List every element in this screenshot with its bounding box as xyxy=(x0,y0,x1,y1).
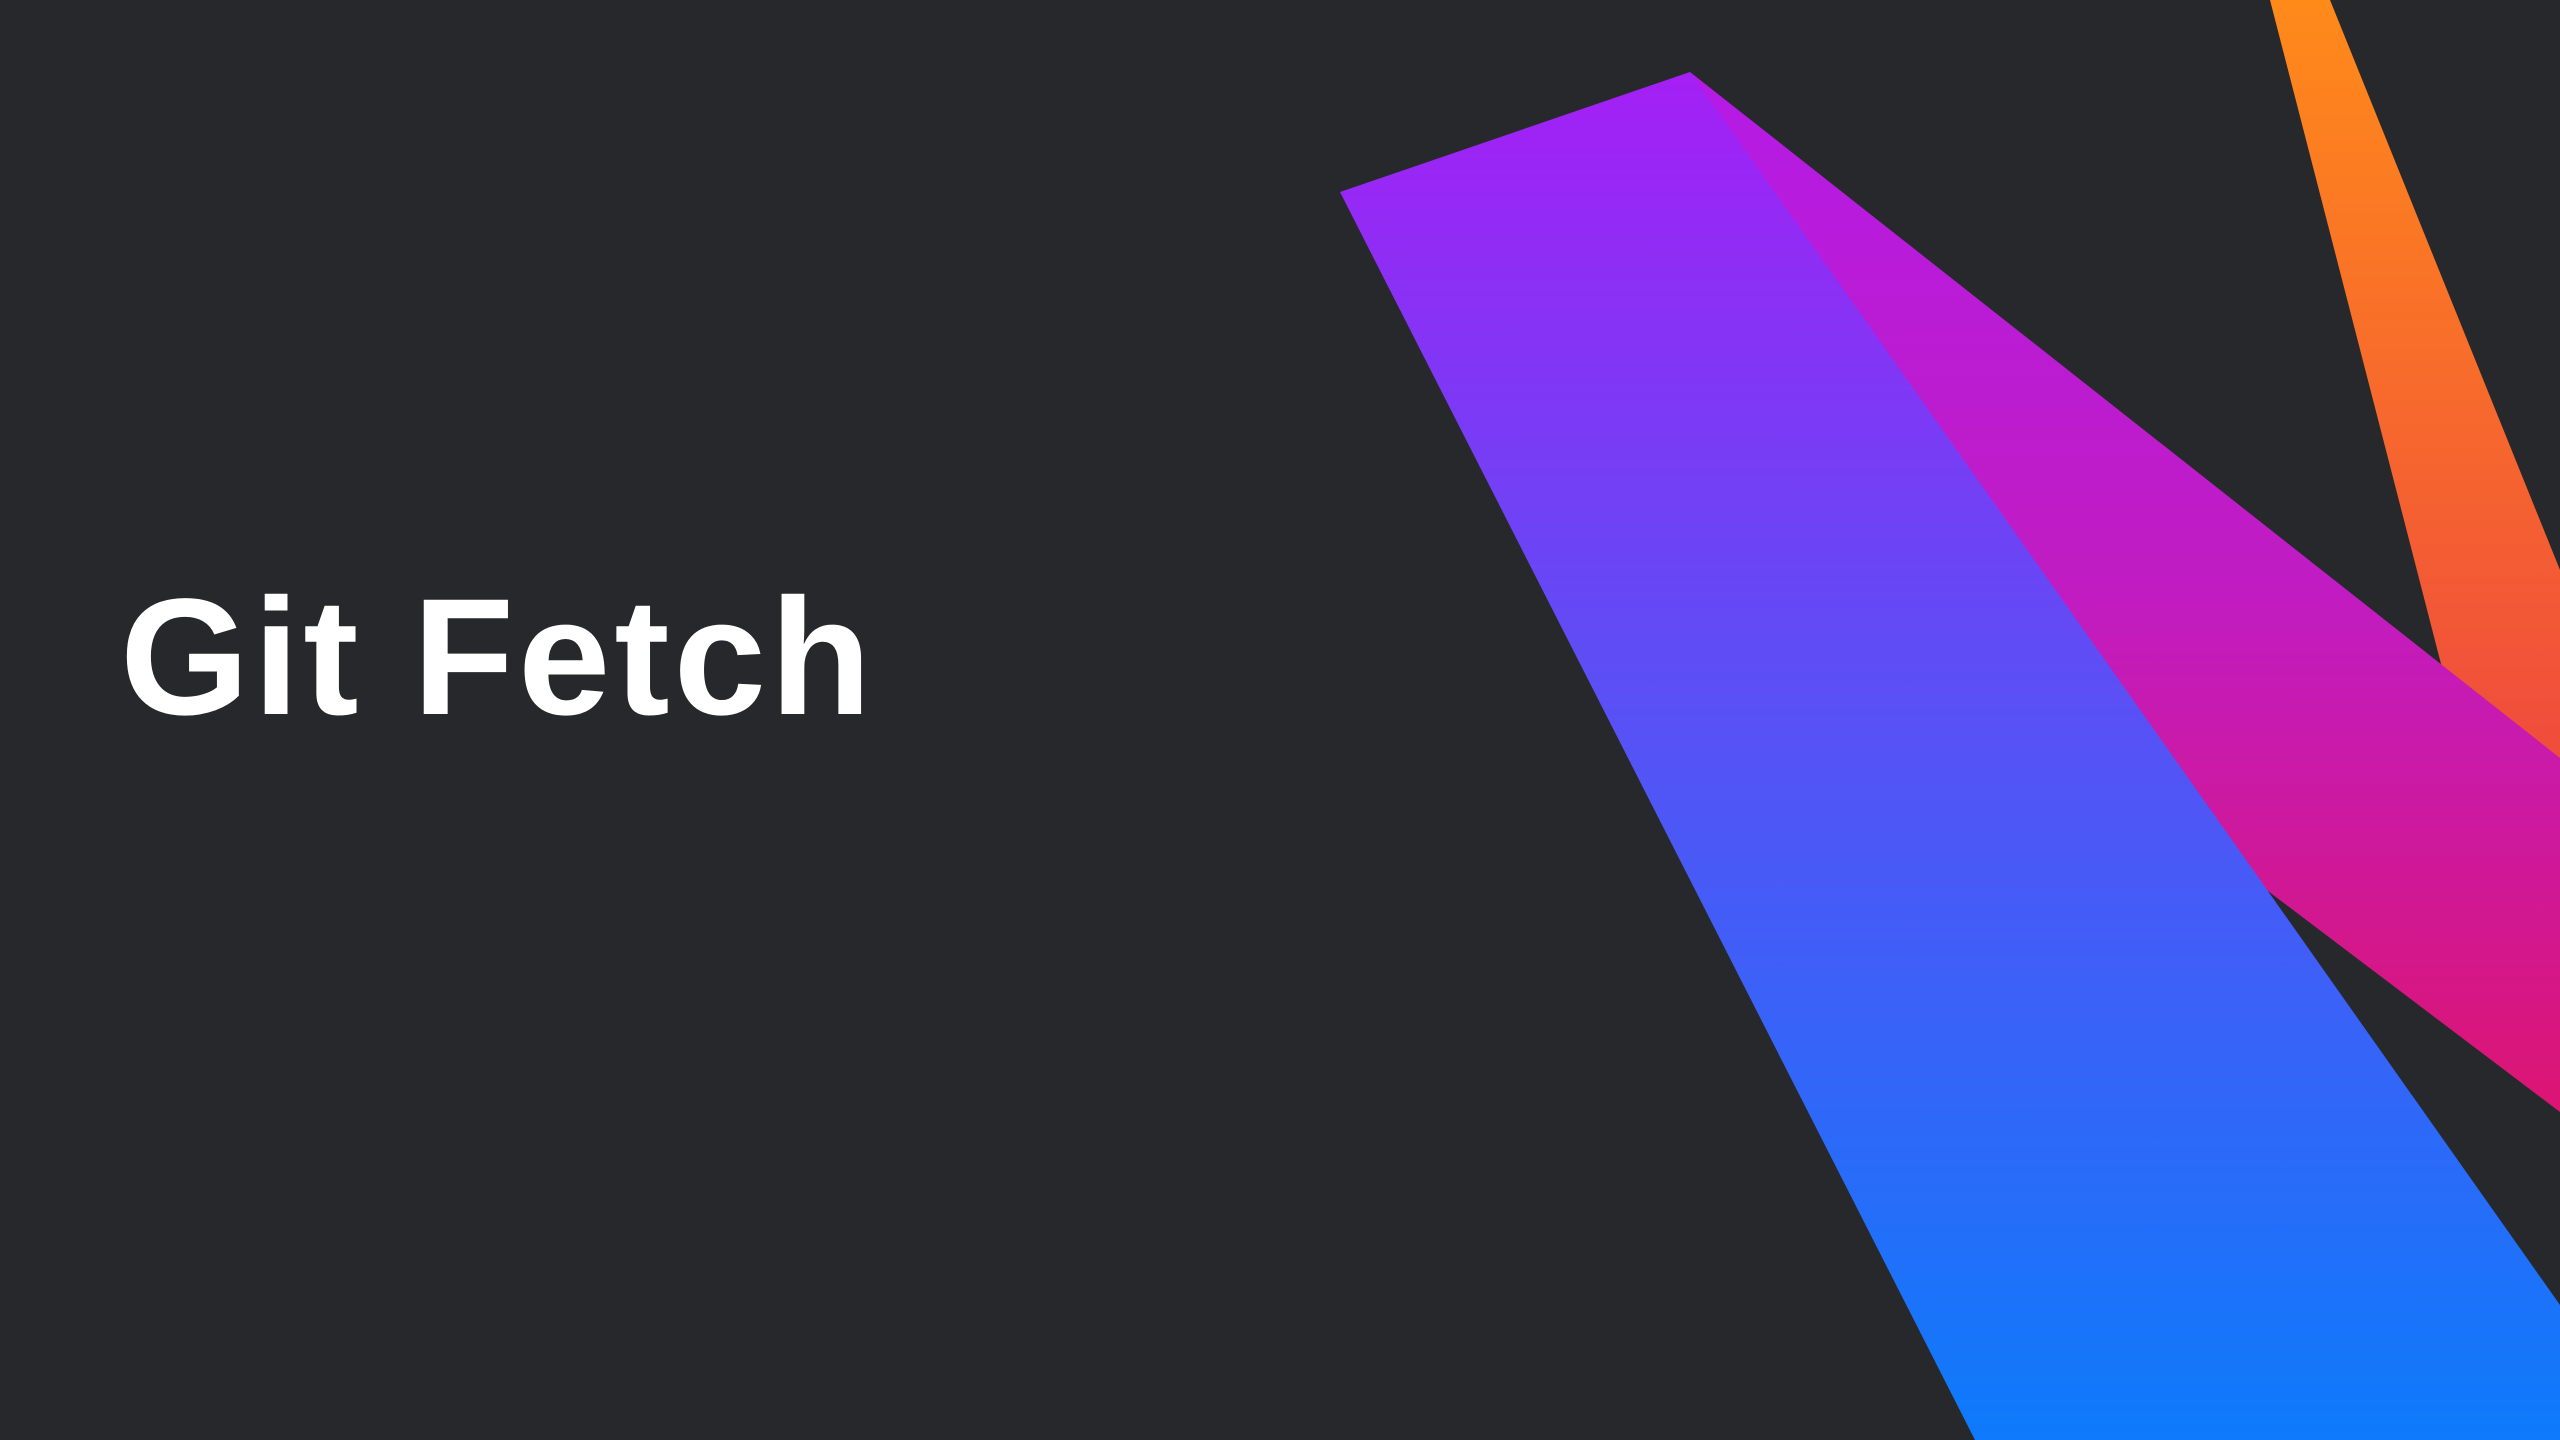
slide-title: Git Fetch xyxy=(120,565,876,750)
slide-canvas: Git Fetch xyxy=(0,0,2560,1440)
